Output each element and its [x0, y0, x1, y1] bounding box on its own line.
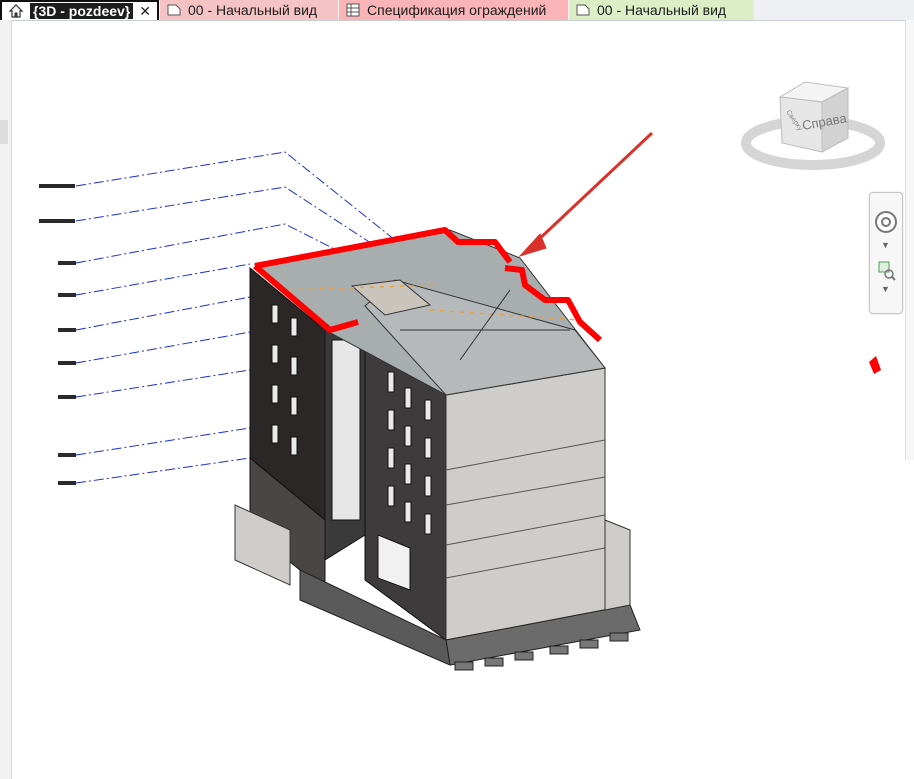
chevron-down-icon[interactable]: ▼ — [881, 241, 890, 250]
chevron-down-icon[interactable]: ▼ — [881, 285, 890, 294]
navigation-bar: ▼ ▼ — [869, 192, 903, 314]
viewcube[interactable]: Справа Сверху — [741, 81, 885, 170]
building-model[interactable] — [234, 229, 641, 671]
zoom-region-icon[interactable] — [873, 257, 899, 283]
3d-viewport[interactable]: Справа Сверху — [0, 0, 914, 779]
annotation-arrow — [518, 131, 654, 258]
steering-wheel-icon[interactable] — [873, 209, 899, 235]
level-markers — [39, 184, 76, 485]
railing-fragment — [869, 356, 881, 374]
